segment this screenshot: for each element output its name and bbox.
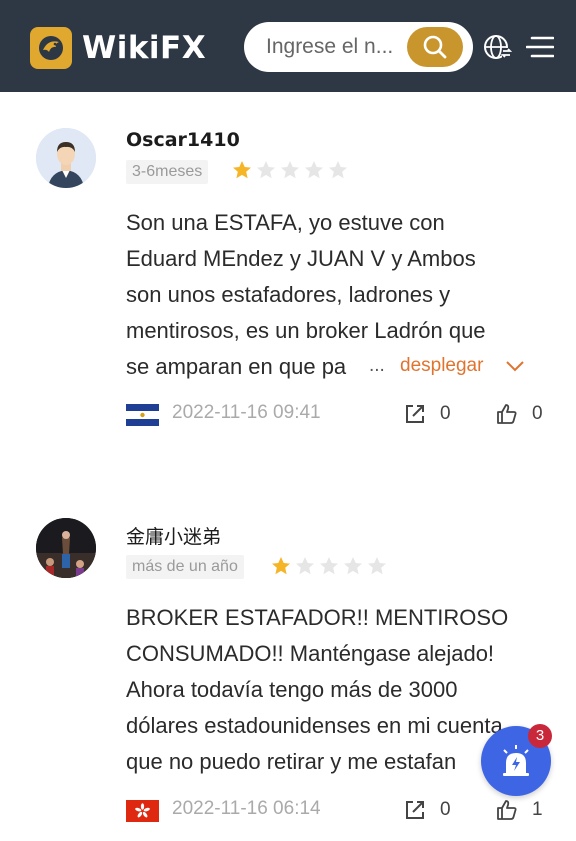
- review-meta: 2022-11-16 09:41 0 0: [126, 400, 546, 428]
- review-text-line: dólares estadounidenses en mi cuenta: [126, 713, 503, 738]
- menu-icon[interactable]: [526, 34, 554, 60]
- expand-label: desplegar: [400, 355, 484, 376]
- chevron-down-icon: [506, 361, 525, 372]
- share-count: 0: [440, 403, 451, 424]
- avatar[interactable]: [36, 518, 96, 578]
- star-empty-icon: [329, 161, 347, 179]
- review-text-line: Eduard MEndez y JUAN V y Ambos: [126, 246, 476, 271]
- star-empty-icon: [296, 557, 314, 575]
- star-empty-icon: [257, 161, 275, 179]
- review-meta: 2022-11-16 06:14 0 1: [126, 796, 546, 824]
- star-empty-icon: [320, 557, 338, 575]
- star-empty-icon: [344, 557, 362, 575]
- star-empty-icon: [368, 557, 386, 575]
- eagle-logo-icon: [30, 27, 72, 69]
- avatar[interactable]: [36, 128, 96, 188]
- like-button[interactable]: 0: [496, 403, 543, 425]
- search-bar: [244, 22, 473, 72]
- star-empty-icon: [281, 161, 299, 179]
- truncation-ellipsis: ...: [369, 355, 385, 376]
- search-button[interactable]: [407, 27, 463, 67]
- star-rating: [232, 160, 348, 180]
- star-rating: [271, 556, 387, 576]
- review-date: 2022-11-16 09:41: [172, 402, 321, 423]
- expand-button[interactable]: desplegar: [400, 355, 525, 377]
- search-input[interactable]: [266, 32, 406, 62]
- thumbs-up-icon: [497, 800, 517, 820]
- star-filled-icon: [233, 161, 251, 179]
- username[interactable]: 金庸小迷弟: [126, 522, 221, 549]
- el-salvador-flag-icon: [126, 404, 159, 426]
- review-text-line: Son una ESTAFA, yo estuve con: [126, 210, 445, 235]
- brand-name: WikiFX: [82, 30, 207, 66]
- globe-icon[interactable]: [483, 32, 513, 62]
- review-text-line: mentirosos, es un broker Ladrón que: [126, 318, 486, 343]
- share-icon: [406, 405, 424, 423]
- thumbs-up-icon: [497, 404, 517, 424]
- review-text-line: Ahora todavía tengo más de 3000: [126, 677, 458, 702]
- share-button[interactable]: 0: [404, 403, 451, 425]
- share-button[interactable]: 0: [404, 799, 451, 821]
- share-icon: [406, 801, 424, 819]
- star-filled-icon: [272, 557, 290, 575]
- share-count: 0: [440, 799, 451, 820]
- like-count: 0: [532, 403, 543, 424]
- review-text-line: son unos estafadores, ladrones y: [126, 282, 451, 307]
- wikifx-logo[interactable]: WikiFX: [30, 27, 206, 69]
- like-button[interactable]: 1: [496, 799, 543, 821]
- username[interactable]: Oscar1410: [126, 129, 240, 151]
- review-text-line: BROKER ESTAFADOR!! MENTIROSO: [126, 605, 509, 630]
- top-bar: WikiFX: [0, 0, 576, 92]
- notification-badge: 3: [528, 724, 552, 748]
- review-text-line: CONSUMADO!! Manténgase alejado!: [126, 641, 495, 666]
- trading-period-badge: 3-6meses: [126, 160, 209, 184]
- trading-period-badge: más de un año: [126, 555, 244, 579]
- review-date: 2022-11-16 06:14: [172, 798, 321, 819]
- review-text-line: se amparan en que pa: [126, 354, 347, 379]
- star-empty-icon: [305, 161, 323, 179]
- hong-kong-flag-icon: [126, 800, 159, 822]
- like-count: 1: [532, 799, 543, 820]
- search-icon: [423, 35, 447, 59]
- alarm-icon: [503, 745, 529, 776]
